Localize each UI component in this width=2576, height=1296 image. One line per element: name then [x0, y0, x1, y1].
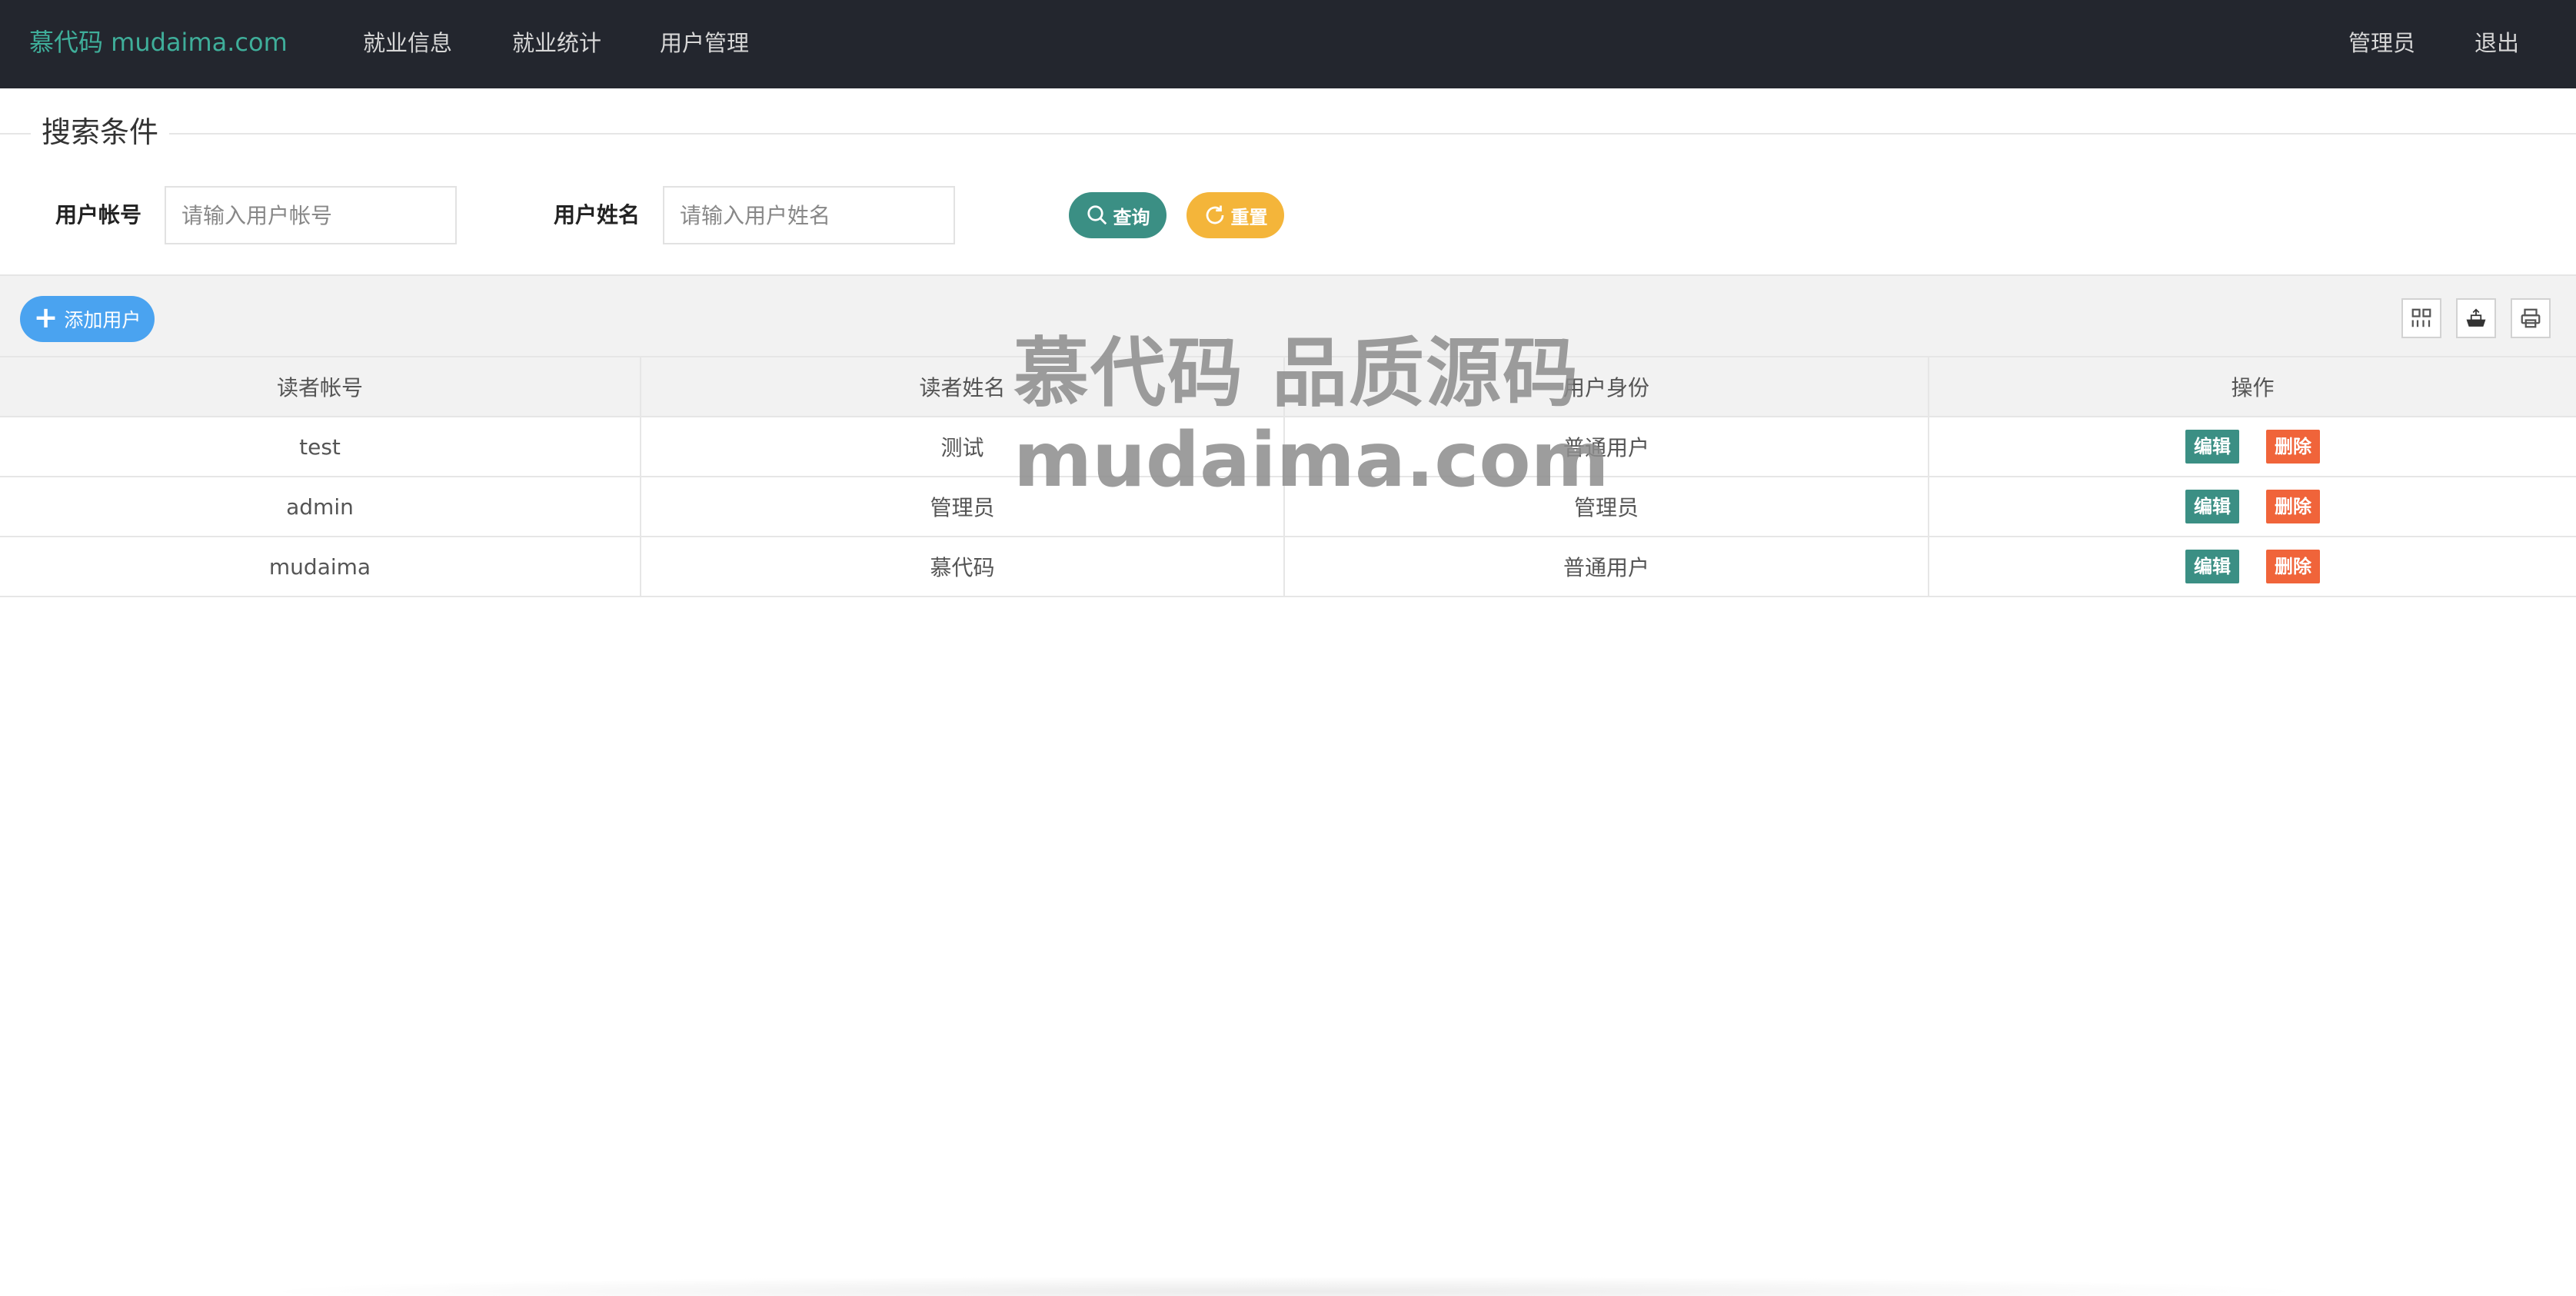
export-button[interactable] — [2456, 298, 2496, 338]
delete-button[interactable]: 删除 — [2265, 490, 2320, 523]
nav-item-user-management[interactable]: 用户管理 — [660, 28, 749, 58]
cell-account: admin — [0, 476, 641, 537]
column-header-actions[interactable]: 操作 — [1928, 356, 2576, 417]
logout-link[interactable]: 退出 — [2474, 28, 2519, 58]
name-label: 用户姓名 — [554, 202, 641, 228]
refresh-icon — [1203, 204, 1226, 227]
fieldset-divider — [0, 133, 2576, 135]
cell-actions: 编辑 删除 — [1928, 416, 2576, 477]
cell-role: 普通用户 — [1283, 536, 1929, 597]
columns-icon — [2410, 307, 2433, 330]
cell-name: 测试 — [640, 416, 1285, 477]
column-header-name[interactable]: 读者姓名 — [640, 356, 1285, 417]
nav-item-employment-stats[interactable]: 就业统计 — [512, 28, 601, 58]
edit-button[interactable]: 编辑 — [2185, 430, 2240, 464]
edit-button[interactable]: 编辑 — [2185, 550, 2240, 583]
add-user-button[interactable]: + 添加用户 — [20, 296, 155, 342]
top-header: 慕代码 mudaima.com 就业信息 就业统计 用户管理 管理员 退出 — [0, 0, 2576, 88]
print-icon — [2519, 307, 2542, 330]
search-legend: 搜索条件 — [31, 114, 170, 151]
print-button[interactable] — [2511, 298, 2551, 338]
search-icon — [1086, 204, 1109, 227]
cell-actions: 编辑 删除 — [1928, 536, 2576, 597]
table-row: test 测试 普通用户 编辑 删除 — [0, 416, 2576, 477]
user-table: 读者帐号 读者姓名 用户身份 操作 test 测试 普通用户 编辑 删除 adm… — [0, 356, 2576, 597]
account-label: 用户帐号 — [55, 202, 142, 228]
reset-button-label: 重置 — [1230, 206, 1268, 228]
app-root: 慕代码 mudaima.com 就业信息 就业统计 用户管理 管理员 退出 搜索… — [0, 0, 2576, 1296]
account-search-input[interactable] — [165, 186, 457, 244]
delete-button[interactable]: 删除 — [2265, 430, 2320, 464]
column-header-role[interactable]: 用户身份 — [1283, 356, 1929, 417]
table-header-row: 读者帐号 读者姓名 用户身份 操作 — [0, 356, 2576, 417]
reset-button[interactable]: 重置 — [1186, 192, 1284, 238]
name-search-input[interactable] — [663, 186, 955, 244]
cell-role: 管理员 — [1283, 476, 1929, 537]
table-row: mudaima 慕代码 普通用户 编辑 删除 — [0, 536, 2576, 597]
cell-actions: 编辑 删除 — [1928, 476, 2576, 537]
cell-name: 慕代码 — [640, 536, 1285, 597]
plus-icon: + — [33, 301, 58, 334]
delete-button[interactable]: 删除 — [2265, 550, 2320, 583]
edit-button[interactable]: 编辑 — [2185, 490, 2240, 523]
add-user-label: 添加用户 — [64, 309, 141, 331]
user-menu[interactable]: 管理员 — [2348, 28, 2415, 58]
bottom-shadow — [246, 1276, 2322, 1296]
cell-role: 普通用户 — [1283, 416, 1929, 477]
nav-item-employment-info[interactable]: 就业信息 — [363, 28, 452, 58]
table-toolbar: + 添加用户 — [0, 274, 2576, 356]
export-icon — [2465, 307, 2488, 330]
column-header-account[interactable]: 读者帐号 — [0, 356, 641, 417]
cell-name: 管理员 — [640, 476, 1285, 537]
columns-filter-button[interactable] — [2401, 298, 2441, 338]
cell-account: mudaima — [0, 536, 641, 597]
logo[interactable]: 慕代码 mudaima.com — [29, 26, 288, 58]
table-row: admin 管理员 管理员 编辑 删除 — [0, 476, 2576, 537]
query-button[interactable]: 查询 — [1069, 192, 1167, 238]
query-button-label: 查询 — [1113, 206, 1150, 228]
cell-account: test — [0, 416, 641, 477]
